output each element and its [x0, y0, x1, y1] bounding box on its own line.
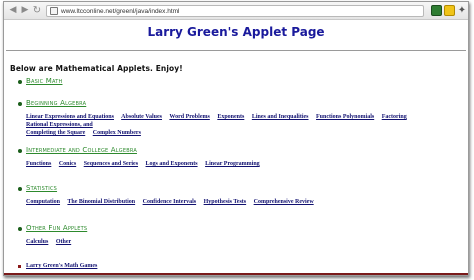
- link-other[interactable]: Other: [56, 239, 71, 245]
- heading-intermediate-algebra[interactable]: Intermediate and College Algebra: [26, 146, 137, 154]
- url-text: www.ltcconline.net/greenl/java/index.htm…: [61, 8, 180, 15]
- link-functions-polynomials[interactable]: Functions Polynomials: [316, 114, 374, 120]
- link-confidence-intervals[interactable]: Confidence Intervals: [143, 199, 197, 205]
- page-icon: [50, 7, 58, 15]
- bullet: [18, 102, 22, 106]
- browser-window: ◀ ▶ ↻ www.ltcconline.net/greenl/java/ind…: [3, 1, 469, 276]
- bullet: [18, 227, 22, 231]
- link-binomial-distribution[interactable]: The Binomial Distribution: [67, 199, 135, 205]
- link-list: Calculus Other: [26, 238, 456, 246]
- link-word-problems[interactable]: Word Problems: [169, 114, 209, 120]
- address-bar[interactable]: www.ltcconline.net/greenl/java/index.htm…: [46, 5, 424, 17]
- link-functions[interactable]: Functions: [26, 161, 51, 167]
- intro-text: Below are Mathematical Applets. Enjoy!: [10, 64, 183, 73]
- link-list: Functions Conics Sequences and Series Lo…: [26, 160, 456, 168]
- heading-beginning-algebra[interactable]: Beginning Algebra: [26, 99, 86, 107]
- link-sequences-series[interactable]: Sequences and Series: [84, 161, 138, 167]
- link-math-games[interactable]: Larry Green's Math Games: [26, 263, 97, 269]
- extension-icon-2[interactable]: [444, 5, 455, 16]
- link-lines-inequalities[interactable]: Lines and Inequalities: [252, 114, 309, 120]
- heading-other-fun-applets[interactable]: Other Fun Applets: [26, 224, 87, 232]
- link-linear-expressions[interactable]: Linear Expressions and Equations: [26, 114, 114, 120]
- link-completing-square[interactable]: Completing the Square: [26, 130, 85, 136]
- bullet: [18, 187, 22, 191]
- link-calculus[interactable]: Calculus: [26, 239, 48, 245]
- link-logs-exponents[interactable]: Logs and Exponents: [146, 161, 198, 167]
- heading-statistics[interactable]: Statistics: [26, 184, 57, 192]
- bullet: [18, 149, 22, 153]
- reload-icon[interactable]: ↻: [32, 5, 42, 16]
- link-factoring[interactable]: Factoring: [382, 114, 407, 120]
- link-comprehensive-review[interactable]: Comprehensive Review: [254, 199, 314, 205]
- bottom-border: [4, 273, 468, 275]
- bullet: [18, 265, 21, 268]
- link-hypothesis-tests[interactable]: Hypothesis Tests: [204, 199, 247, 205]
- extension-icon[interactable]: [431, 5, 442, 16]
- link-rational-expressions[interactable]: Rational Expressions, and: [26, 122, 93, 128]
- page-title: Larry Green's Applet Page: [147, 25, 325, 39]
- link-computation[interactable]: Computation: [26, 199, 60, 205]
- link-complex-numbers[interactable]: Complex Numbers: [93, 130, 141, 136]
- link-linear-programming[interactable]: Linear Programming: [205, 161, 260, 167]
- link-list: Linear Expressions and Equations Absolut…: [26, 113, 456, 137]
- bullet: [18, 80, 22, 84]
- link-exponents[interactable]: Exponents: [217, 114, 244, 120]
- browser-toolbar: ◀ ▶ ↻ www.ltcconline.net/greenl/java/ind…: [4, 2, 468, 20]
- link-conics[interactable]: Conics: [59, 161, 76, 167]
- back-arrow-icon[interactable]: ◀: [8, 5, 18, 16]
- title-divider: [6, 50, 466, 51]
- heading-basic-math[interactable]: Basic Math: [26, 77, 62, 85]
- link-absolute-values[interactable]: Absolute Values: [121, 114, 162, 120]
- link-list: Computation The Binomial Distribution Co…: [26, 198, 456, 206]
- forward-arrow-icon[interactable]: ▶: [20, 5, 30, 16]
- wrench-icon[interactable]: ✦: [457, 5, 467, 16]
